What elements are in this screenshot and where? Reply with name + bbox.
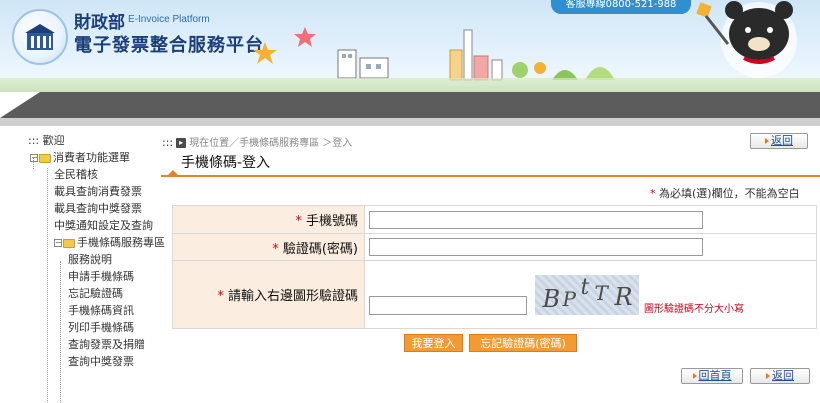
captcha-note: 圖形驗證碼不分大小寫 <box>644 303 744 315</box>
home-button[interactable]: 回首頁 <box>681 368 743 384</box>
ministry-name: 財政部 <box>74 13 125 33</box>
code-input[interactable] <box>369 238 703 256</box>
arrow-right-icon <box>766 373 770 379</box>
sidebar-item-audit[interactable]: 全民稽核 <box>28 166 164 183</box>
sidebar-item-win-notify[interactable]: 中獎通知設定及查詢 <box>28 217 164 234</box>
hotline-badge: 客服專線0800-521-988 <box>551 0 691 14</box>
back-button-bottom[interactable]: 返回 <box>750 368 810 384</box>
page-title: 手機條碼-登入 <box>181 155 271 171</box>
title-underline <box>161 175 820 177</box>
required-note-text: 為必填(選)欄位，不能為空白 <box>659 187 800 200</box>
sidebar-item-carrier-winning[interactable]: 載具查詢中獎發票 <box>28 200 164 217</box>
collapse-icon[interactable]: − <box>30 154 38 162</box>
forgot-code-button[interactable]: 忘記驗證碼(密碼) <box>469 334 577 352</box>
sidebar-root[interactable]: − 消費者功能選單 <box>28 149 164 166</box>
back-button-top[interactable]: 返回 <box>750 133 808 149</box>
sidebar-root-label: 消費者功能選單 <box>53 151 130 164</box>
login-button[interactable]: 我要登入 <box>404 334 463 352</box>
platform-en-name: E-Invoice Platform <box>128 14 210 25</box>
tree-line <box>33 157 34 169</box>
folder-open-icon <box>63 238 75 248</box>
nav-band <box>0 92 820 118</box>
sidebar-sub-root[interactable]: − 手機條碼服務專區 <box>28 234 165 251</box>
sidebar-welcome: ::: 歡迎 <box>28 134 65 147</box>
breadcrumb-path: ／手機條碼服務專區 ＞登入 <box>229 138 353 149</box>
breadcrumb-location: 現在位置 <box>189 138 230 149</box>
sidebar-sub-root-label: 手機條碼服務專區 <box>77 236 165 249</box>
captcha-image: B P t T R <box>534 274 639 315</box>
stars-decoration-icon <box>253 27 316 64</box>
sidebar-item-apply-barcode[interactable]: 申請手機條碼 <box>28 268 164 285</box>
sidebar-item-carrier-invoices[interactable]: 載具查詢消費發票 <box>28 183 164 200</box>
code-label: * 驗證碼(密碼) <box>172 233 365 261</box>
building-icon <box>25 24 55 50</box>
login-form: * 手機號碼 * 驗證碼(密碼) * 請輸入右邊圖形驗證碼 B P t T R <box>172 205 817 329</box>
phone-input[interactable] <box>369 210 703 229</box>
sidebar-item-print-barcode[interactable]: 列印手機條碼 <box>28 319 164 336</box>
phone-label: * 手機號碼 <box>172 205 365 234</box>
required-note: * 為必填(選)欄位，不能為空白 <box>650 185 800 201</box>
tree-line <box>60 261 61 403</box>
platform-zh-name: 電子發票整合服務平台 <box>74 35 264 56</box>
breadcrumb: ::: ▸ 現在位置／手機條碼服務專區 ＞登入 <box>162 134 352 149</box>
sidebar: ::: 歡迎 − 消費者功能選單 全民稽核 載具查詢消費發票 載具查詢中獎發票 中… <box>28 133 165 370</box>
collapse-icon[interactable]: − <box>54 239 62 247</box>
location-arrow-icon: ▸ <box>176 138 187 148</box>
sidebar-item-service-intro[interactable]: 服務說明 <box>28 251 164 268</box>
city-decoration-icon <box>449 29 615 81</box>
arrow-right-icon <box>692 373 697 379</box>
divider-strip <box>0 118 820 126</box>
site-header: 財政部 E-Invoice Platform 電子發票整合服務平台 客服專線08… <box>0 0 820 92</box>
back-label: 返回 <box>771 134 793 147</box>
captcha-input[interactable] <box>369 295 527 315</box>
sidebar-item-query-donate[interactable]: 查詢發票及捐贈 <box>28 336 164 353</box>
sidebar-item-forgot-code[interactable]: 忘記驗證碼 <box>28 285 164 302</box>
required-star: * <box>650 187 656 200</box>
sidebar-item-barcode-info[interactable]: 手機條碼資訊 <box>28 302 164 319</box>
sidebar-item-query-winning[interactable]: 查詢中獎發票 <box>28 353 164 370</box>
house-decoration-icon <box>337 49 389 79</box>
captcha-label: * 請輸入右邊圖形驗證碼 <box>172 260 365 329</box>
arrow-right-icon <box>765 138 769 144</box>
folder-open-icon <box>39 153 51 163</box>
bear-mascot-icon <box>696 1 797 78</box>
tree-line <box>47 168 48 403</box>
breadcrumb-prefix: ::: <box>162 136 174 149</box>
